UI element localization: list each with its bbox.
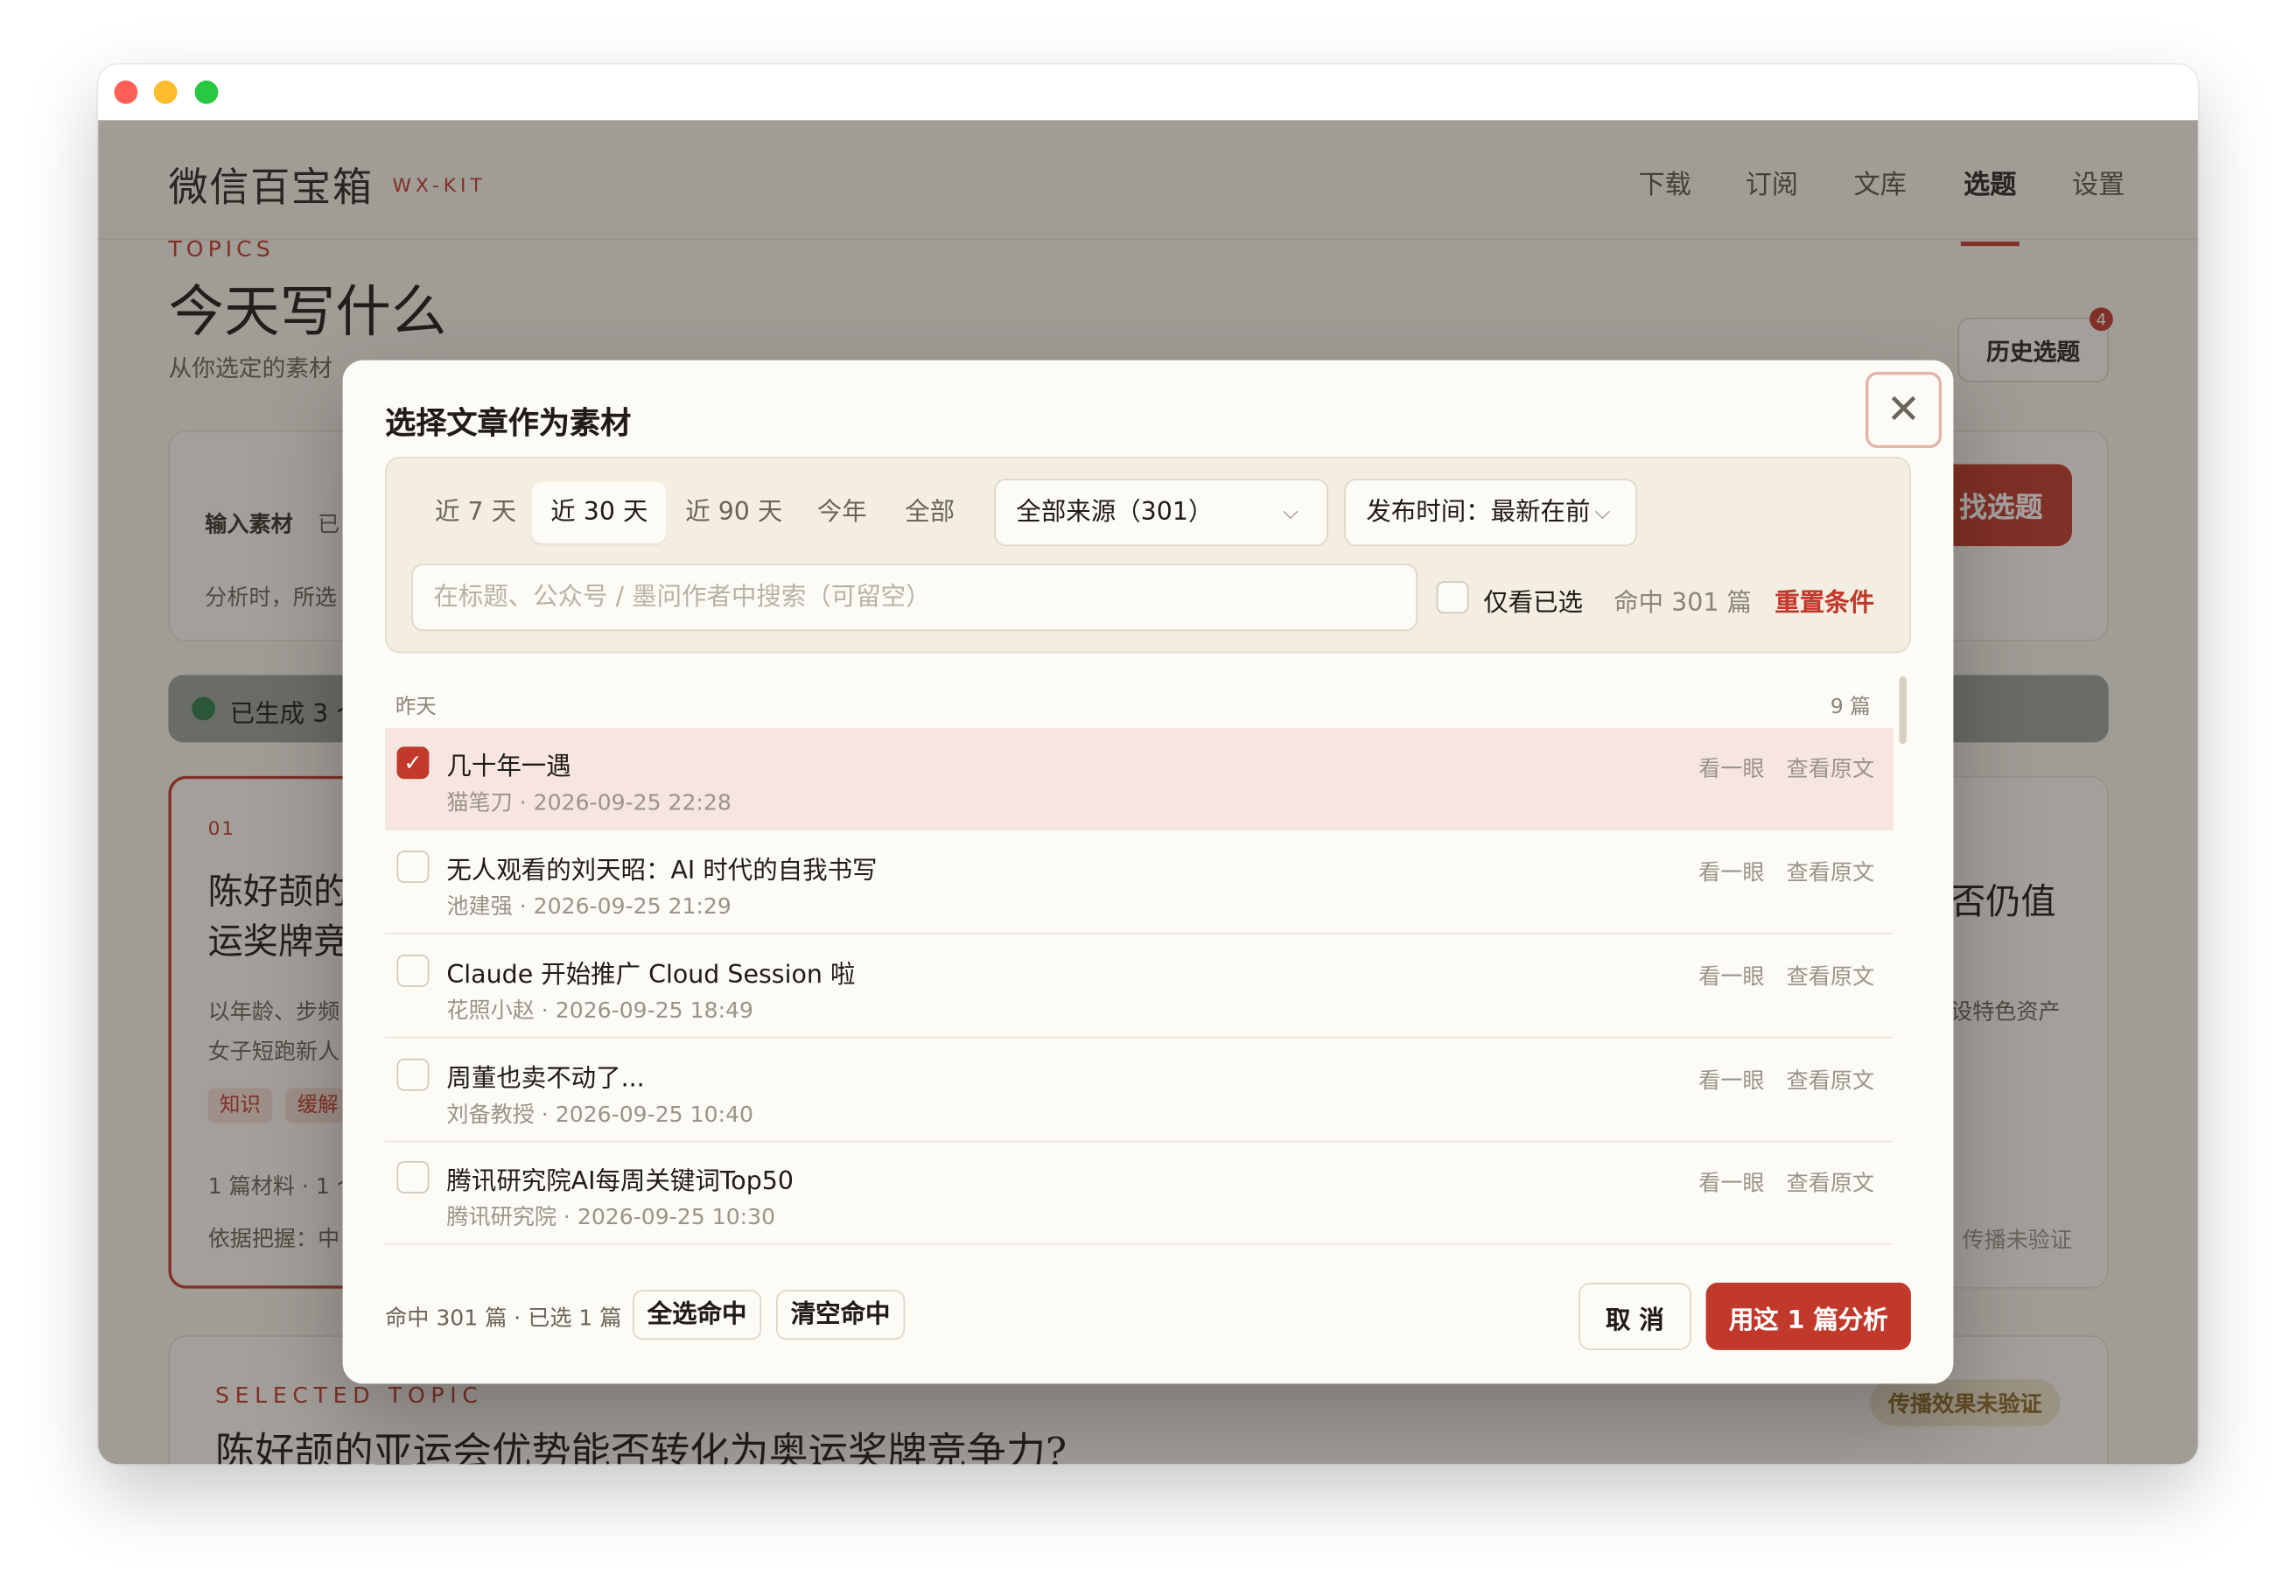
article-checkbox[interactable]: ✓ xyxy=(396,746,430,780)
chevron-down-icon: ⌵ xyxy=(1594,500,1611,525)
article-checkbox[interactable] xyxy=(396,1161,430,1194)
article-checkbox[interactable] xyxy=(396,955,430,987)
preview-link[interactable]: 看一眼 xyxy=(1698,857,1764,887)
chevron-down-icon: ⌵ xyxy=(1282,500,1298,525)
view-original-link[interactable]: 查看原文 xyxy=(1787,1065,1874,1096)
view-original-link[interactable]: 查看原文 xyxy=(1787,752,1874,783)
sort-select[interactable]: 发布时间：最新在前 ⌵ xyxy=(1344,479,1637,547)
view-original-link[interactable]: 查看原文 xyxy=(1787,1167,1874,1198)
modal-title: 选择文章作为素材 xyxy=(385,405,632,441)
article-picker-modal: 选择文章作为素材 ✕ 近 7 天 近 30 天 近 90 天 今年 全部 全部来… xyxy=(342,360,1954,1384)
article-meta: 池建强 · 2026-09-25 21:29 xyxy=(446,892,732,920)
article-meta: 花照小赵 · 2026-09-25 18:49 xyxy=(446,997,753,1024)
window-titlebar xyxy=(98,64,2198,121)
group-count: 9 篇 xyxy=(1830,695,1871,719)
preview-link[interactable]: 看一眼 xyxy=(1698,752,1764,783)
article-meta: 腾讯研究院 · 2026-09-25 10:30 xyxy=(446,1203,776,1230)
hit-count: 命中 301 篇 xyxy=(1614,588,1752,619)
list-item[interactable]: 周董也卖不动了... 刘备教授 · 2026-09-25 10:40 看一眼 查… xyxy=(385,1040,1894,1143)
reset-filters-link[interactable]: 重置条件 xyxy=(1774,581,1874,618)
article-title: 几十年一遇 xyxy=(446,752,571,782)
view-original-link[interactable]: 查看原文 xyxy=(1787,857,1874,887)
article-checkbox[interactable] xyxy=(396,1058,430,1091)
search-input[interactable] xyxy=(411,564,1418,632)
range-this-year[interactable]: 今年 xyxy=(798,482,886,543)
selection-summary: 命中 301 篇 · 已选 1 篇 xyxy=(385,1304,622,1332)
clear-all-button[interactable]: 清空命中 xyxy=(775,1290,906,1340)
close-icon[interactable]: ✕ xyxy=(1866,372,1942,449)
analyze-button[interactable]: 用这 1 篇分析 xyxy=(1705,1282,1911,1350)
source-select[interactable]: 全部来源（301） ⌵ xyxy=(994,479,1328,547)
close-window-button[interactable] xyxy=(114,80,138,104)
article-meta: 刘备教授 · 2026-09-25 10:40 xyxy=(446,1101,753,1128)
minimize-window-button[interactable] xyxy=(153,80,178,104)
cancel-button[interactable]: 取 消 xyxy=(1578,1282,1691,1350)
range-30-days[interactable]: 近 30 天 xyxy=(531,481,668,543)
list-item[interactable]: 腾讯研究院AI每周关键词Top50 腾讯研究院 · 2026-09-25 10:… xyxy=(385,1142,1894,1245)
app-content: 微信百宝箱 WX-KIT 下载 订阅 文库 选题 设置 TOPICS 今天写什么… xyxy=(98,120,2198,1465)
range-all[interactable]: 全部 xyxy=(886,482,973,543)
maximize-window-button[interactable] xyxy=(194,80,219,104)
group-label: 昨天 xyxy=(395,695,437,719)
only-selected-checkbox[interactable] xyxy=(1436,581,1469,614)
list-item[interactable]: 无人观看的刘天昭：AI 时代的自我书写 池建强 · 2026-09-25 21:… xyxy=(385,831,1894,934)
article-title: Claude 开始推广 Cloud Session 啦 xyxy=(446,960,856,990)
article-meta: 猫笔刀 · 2026-09-25 22:28 xyxy=(446,788,732,816)
list-item[interactable]: Claude 开始推广 Cloud Session 啦 花照小赵 · 2026-… xyxy=(385,935,1894,1039)
preview-link[interactable]: 看一眼 xyxy=(1698,1065,1764,1096)
preview-link[interactable]: 看一眼 xyxy=(1698,1167,1764,1198)
article-checkbox[interactable] xyxy=(396,850,430,884)
app-window: 微信百宝箱 WX-KIT 下载 订阅 文库 选题 设置 TOPICS 今天写什么… xyxy=(98,64,2198,1465)
list-scrollbar[interactable] xyxy=(1899,676,1907,745)
range-90-days[interactable]: 近 90 天 xyxy=(666,482,802,543)
article-title: 无人观看的刘天昭：AI 时代的自我书写 xyxy=(446,856,878,886)
only-selected-label: 仅看已选 xyxy=(1483,588,1584,619)
range-7-days[interactable]: 近 7 天 xyxy=(416,482,536,543)
article-title: 腾讯研究院AI每周关键词Top50 xyxy=(446,1166,794,1197)
article-title: 周董也卖不动了... xyxy=(446,1064,645,1095)
filter-panel: 近 7 天 近 30 天 近 90 天 今年 全部 全部来源（301） ⌵ 发布… xyxy=(385,457,1911,654)
view-original-link[interactable]: 查看原文 xyxy=(1787,961,1874,991)
list-item[interactable]: ✓ 几十年一遇 猫笔刀 · 2026-09-25 22:28 看一眼 查看原文 xyxy=(385,727,1894,830)
preview-link[interactable]: 看一眼 xyxy=(1698,961,1764,991)
select-all-button[interactable]: 全选命中 xyxy=(632,1290,762,1340)
